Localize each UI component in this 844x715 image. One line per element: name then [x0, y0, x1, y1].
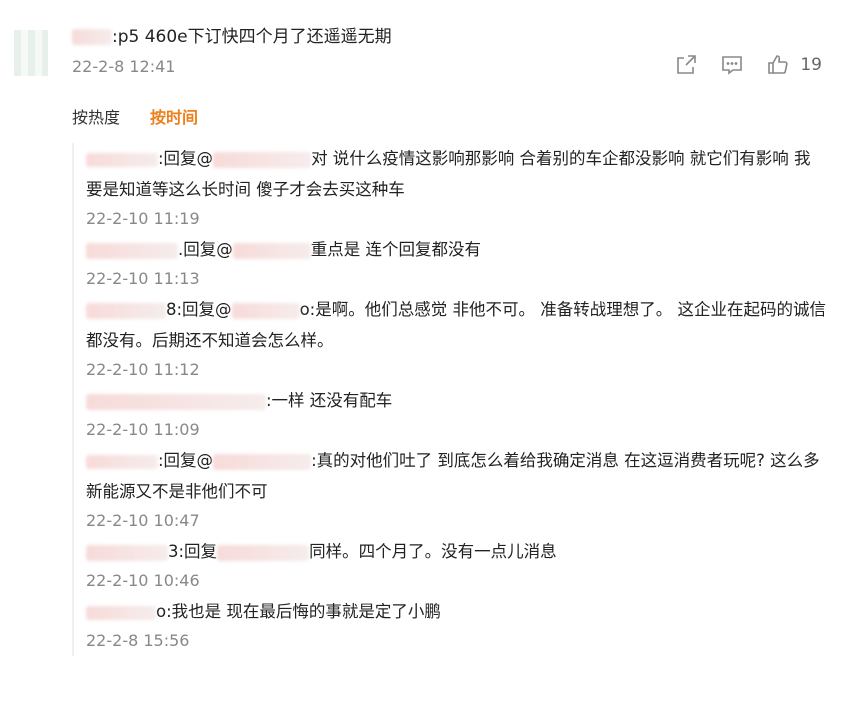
redacted-username: [86, 302, 166, 319]
reply-timestamp: 22-2-10 11:19: [86, 209, 200, 228]
redacted-username: [86, 544, 168, 561]
reply-text: :回复@:真的对他们吐了 到底怎么着给我确定消息 在这逗消费者玩呢? 这么多新能…: [86, 451, 820, 501]
thumbs-up-icon: [768, 55, 788, 74]
share-icon: [677, 55, 697, 74]
comment-timestamp: 22-2-8 12:41: [72, 57, 176, 76]
reply-timestamp: 22-2-10 11:09: [86, 420, 200, 439]
reply-text: 8:回复@ o:是啊。他们总感觉 非他不可。 准备转战理想了。 这企业在起码的诚信…: [86, 300, 826, 350]
redacted-username: [72, 29, 112, 45]
reply-timestamp: 22-2-10 10:46: [86, 571, 200, 590]
reply-text: o:我也是 现在最后悔的事就是定了小鹏: [86, 596, 826, 627]
redacted-mention: [231, 302, 300, 319]
reply-text: :回复@ 对 说什么疫情这影响那影响 合着别的车企都没影响 就它们有影响 我要是知…: [86, 149, 811, 199]
reply-timestamp: 22-2-10 10:47: [86, 511, 200, 530]
comment-text: :p5 460e下订快四个月了还遥遥无期: [112, 27, 392, 47]
reply-button[interactable]: [720, 53, 744, 77]
redacted-mention: [217, 544, 310, 561]
list-item: :回复@:真的对他们吐了 到底怎么着给我确定消息 在这逗消费者玩呢? 这么多新能…: [74, 445, 826, 535]
reply-timestamp: 22-2-8 15:56: [86, 631, 190, 650]
list-item: 8:回复@ o:是啊。他们总感觉 非他不可。 准备转战理想了。 这企业在起码的诚信…: [74, 294, 826, 384]
list-item: .回复@ 重点是 连个回复都没有 22-2-10 11:13: [74, 234, 826, 293]
redacted-mention: [232, 242, 311, 259]
redacted-username: [86, 454, 158, 469]
reply-timestamp: 22-2-10 11:13: [86, 269, 200, 288]
list-item: :一样 还没有配车 22-2-10 11:09: [74, 385, 826, 444]
tab-sort-by-popularity[interactable]: 按热度: [72, 104, 120, 128]
redacted-username: [86, 393, 266, 410]
comment-icon: [722, 56, 743, 75]
avatar[interactable]: [14, 30, 48, 76]
like-button[interactable]: 19: [766, 53, 822, 77]
reply-text: .回复@ 重点是 连个回复都没有: [86, 234, 826, 265]
redacted-username: [86, 605, 156, 620]
tab-sort-by-time[interactable]: 按时间: [150, 104, 198, 128]
list-item: o:我也是 现在最后悔的事就是定了小鹏 22-2-8 15:56: [74, 596, 826, 655]
list-item: 3:回复 同样。四个月了。没有一点儿消息 22-2-10 10:46: [74, 536, 826, 595]
share-button[interactable]: [674, 53, 698, 77]
reply-text: 3:回复 同样。四个月了。没有一点儿消息: [86, 536, 826, 567]
reply-list: :回复@ 对 说什么疫情这影响那影响 合着别的车企都没影响 就它们有影响 我要是知…: [72, 143, 826, 656]
comment-text-line: :p5 460e下订快四个月了还遥遥无期: [72, 22, 392, 47]
sort-tabs: 按热度 按时间: [72, 104, 198, 128]
redacted-mention: [213, 453, 312, 470]
redacted-mention: [213, 151, 312, 168]
reply-text: :一样 还没有配车: [86, 385, 826, 416]
reply-timestamp: 22-2-10 11:12: [86, 360, 200, 379]
list-item: :回复@ 对 说什么疫情这影响那影响 合着别的车企都没影响 就它们有影响 我要是知…: [74, 143, 826, 233]
comment-actions: 19: [674, 53, 822, 77]
redacted-username: [86, 152, 158, 167]
redacted-username: [86, 242, 178, 259]
like-count: 19: [800, 55, 822, 75]
